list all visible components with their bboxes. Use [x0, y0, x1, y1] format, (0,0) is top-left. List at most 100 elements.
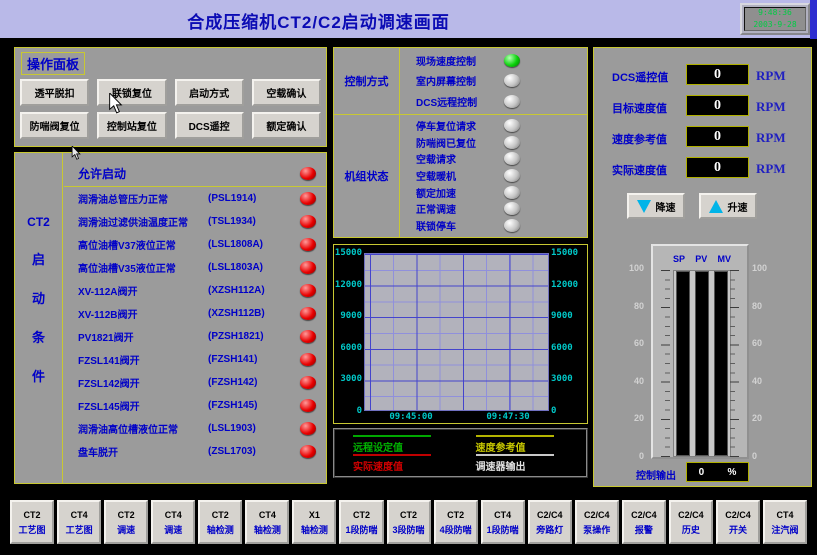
status-lamp: [300, 192, 316, 205]
speed-down-button[interactable]: 降速: [627, 193, 685, 219]
nav-button-page: 1段防喘: [487, 523, 519, 536]
status-lamp: [300, 307, 316, 320]
operation-button[interactable]: 透平脱扣: [20, 79, 89, 106]
nav-button-page: 开关: [729, 523, 747, 536]
status-lamp: [300, 399, 316, 412]
nav-button[interactable]: C2/C4 报警: [622, 500, 666, 544]
legend-item: 远程设定值: [353, 435, 450, 454]
gauge-scale-label: 0: [752, 451, 757, 461]
speed-value-display: 0: [686, 95, 749, 116]
speed-up-label: 升速: [728, 199, 748, 214]
nav-button[interactable]: CT4 工艺图: [57, 500, 101, 544]
condition-label: PV1821阀开: [78, 329, 208, 344]
nav-button[interactable]: C2/C4 开关: [716, 500, 760, 544]
nav-button[interactable]: CT4 调速: [151, 500, 195, 544]
legend-item: 调速器输出: [476, 454, 573, 473]
clock-time: 9:48:36: [758, 7, 792, 19]
nav-button-unit: CT2: [447, 510, 464, 520]
mode-status-panel: 控制方式 机组状态 现场速度控制 室内屏幕控制 DCS远程控制: [333, 47, 588, 238]
chart-legend: 远程设定值 速度参考值 实际速度值 调速器输出: [333, 428, 588, 478]
legend-label: 实际速度值: [353, 458, 450, 473]
nav-button-unit: CT2: [212, 510, 229, 520]
nav-button[interactable]: CT2 3段防喘: [387, 500, 431, 544]
nav-button[interactable]: CT4 轴检测: [245, 500, 289, 544]
operation-button[interactable]: 联锁复位: [97, 79, 166, 106]
nav-button[interactable]: X1 轴检测: [292, 500, 336, 544]
nav-button[interactable]: CT2 工艺图: [10, 500, 54, 544]
clock-frame: 9:48:36 2003-9-28: [740, 3, 810, 35]
y-axis-tick: 3000: [340, 374, 362, 384]
nav-button[interactable]: C2/C4 泵操作: [575, 500, 619, 544]
mode-label: 室内屏幕控制: [416, 73, 504, 88]
nav-button-page: 轴检测: [301, 523, 328, 536]
sp-pv-mv-gauge: SPPVMV: [651, 244, 749, 459]
gauge-scale-label: 20: [634, 413, 644, 423]
gauge-bar-pv: [695, 271, 709, 456]
nav-button-unit: CT4: [494, 510, 511, 520]
gauge-column-label: PV: [695, 254, 707, 264]
nav-button-unit: CT2: [24, 510, 41, 520]
condition-row: 高位油槽V37液位正常 (LSL1808A): [64, 233, 326, 256]
y-axis-tick: 15000: [551, 248, 578, 258]
y-axis-tick: 9000: [551, 311, 573, 321]
speed-trend-chart: 15000120009000600030000 1500012000900060…: [333, 244, 588, 424]
condition-tag: (FZSH142): [208, 377, 300, 388]
status-lamp: [300, 238, 316, 251]
status-label: 正常调速: [416, 201, 504, 216]
mode-label: DCS远程控制: [416, 94, 504, 109]
gauge-scale-label: 60: [752, 338, 762, 348]
startup-conditions-side-label: CT2 启 动 条 件: [15, 153, 63, 483]
nav-button[interactable]: C2/C4 旁路灯: [528, 500, 572, 544]
nav-button-unit: CT4: [259, 510, 276, 520]
condition-row: 润滑油高位槽液位正常 (LSL1903): [64, 417, 326, 440]
status-lamp: [504, 136, 520, 149]
condition-row: FZSL145阀开 (FZSH145): [64, 394, 326, 417]
control-output-unit: %: [727, 467, 736, 478]
legend-item: 速度参考值: [476, 435, 573, 454]
mode-lamp: [504, 95, 520, 108]
nav-button-page: 工艺图: [19, 523, 46, 536]
nav-button[interactable]: CT2 调速: [104, 500, 148, 544]
operation-button[interactable]: 控制站复位: [97, 112, 166, 139]
control-output-label: 控制输出: [636, 467, 676, 482]
y-axis-tick: 6000: [551, 343, 573, 353]
clock-date: 2003-9-28: [753, 19, 796, 31]
condition-rows: 润滑油总管压力正常 (PSL1914) 润滑油过滤供油温度正常 (TSL1934…: [64, 187, 326, 463]
control-mode-row: 现场速度控制: [400, 53, 585, 68]
nav-button[interactable]: CT2 轴检测: [198, 500, 242, 544]
gauge-scale-label: 20: [752, 413, 762, 423]
x-axis-tick: 09:47:30: [473, 412, 543, 422]
operation-button[interactable]: DCS遥控: [175, 112, 244, 139]
nav-button[interactable]: CT4 1段防喘: [481, 500, 525, 544]
nav-button[interactable]: CT4 注汽阀: [763, 500, 807, 544]
condition-row: XV-112A阀开 (XZSH112A): [64, 279, 326, 302]
nav-button[interactable]: CT2 4段防喘: [434, 500, 478, 544]
status-lamp: [300, 353, 316, 366]
condition-tag: (PSL1914): [208, 193, 300, 204]
operation-button[interactable]: 空载确认: [252, 79, 321, 106]
unit-status-row: 联锁停车: [400, 218, 585, 233]
nav-button-unit: CT4: [165, 510, 182, 520]
condition-label: 高位油槽V37液位正常: [78, 237, 208, 252]
y-axis-tick: 9000: [340, 311, 362, 321]
condition-tag: (LSL1808A): [208, 239, 300, 250]
speed-up-button[interactable]: 升速: [699, 193, 757, 219]
nav-button[interactable]: C2/C4 历史: [669, 500, 713, 544]
control-mode-label: 控制方式: [334, 48, 399, 114]
gauge-scale-label: 100: [629, 263, 644, 273]
status-lamp: [504, 152, 520, 165]
operation-button[interactable]: 启动方式: [175, 79, 244, 106]
operation-button[interactable]: 防喘阀复位: [20, 112, 89, 139]
control-mode-row: 室内屏幕控制: [400, 73, 585, 88]
condition-label: 润滑油高位槽液位正常: [78, 421, 208, 436]
y-axis-tick: 12000: [335, 280, 362, 290]
condition-row: 高位油槽V35液位正常 (LSL1803A): [64, 256, 326, 279]
control-mode-row: DCS远程控制: [400, 94, 585, 109]
nav-button[interactable]: CT2 1段防喘: [339, 500, 383, 544]
nav-button-unit: C2/C4: [584, 510, 610, 520]
operation-button[interactable]: 额定确认: [252, 112, 321, 139]
vertical-label-char: 启: [32, 249, 45, 268]
unit-status-row: 额定加速: [400, 185, 585, 200]
nav-button-unit: CT4: [71, 510, 88, 520]
condition-label: XV-112B阀开: [78, 306, 208, 321]
